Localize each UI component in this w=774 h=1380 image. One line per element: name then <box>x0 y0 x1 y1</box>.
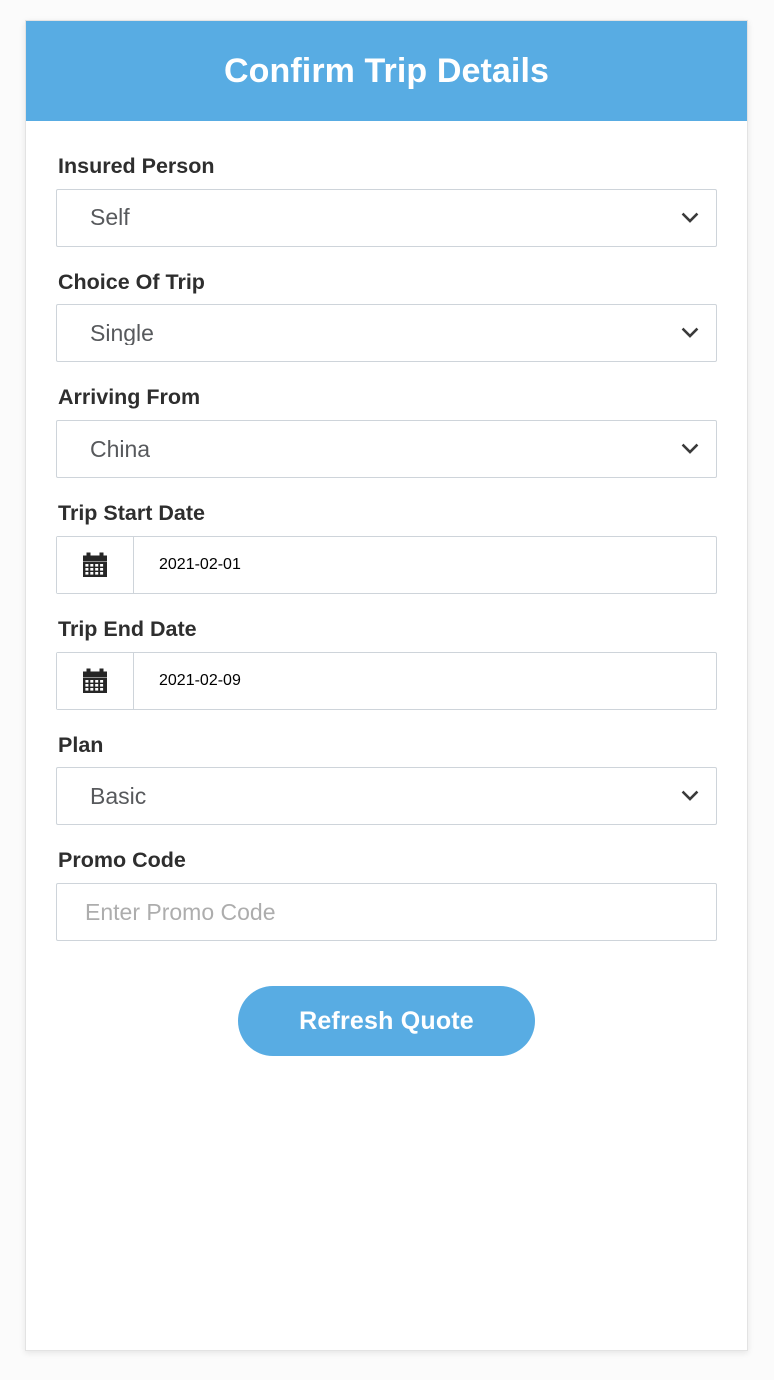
trip-end-date-input-group: 2021-02-09 <box>56 651 717 710</box>
card-header: Confirm Trip Details <box>26 21 747 121</box>
field-label-arriving-from: Arriving From <box>58 385 201 410</box>
page-root: Confirm Trip Details Insured Person Self… <box>0 0 774 1380</box>
field-arriving-from: Arriving From China <box>56 385 717 479</box>
page-title: Confirm Trip Details <box>223 52 550 90</box>
field-label-choice-of-trip: Choice Of Trip <box>58 269 205 294</box>
arriving-from-value: China <box>90 437 151 461</box>
insured-person-select[interactable]: Self <box>56 188 717 247</box>
field-label-plan: Plan <box>58 732 104 757</box>
field-insured-person: Insured Person Self <box>56 154 717 247</box>
insured-person-value: Self <box>90 206 130 230</box>
choice-of-trip-value: Single <box>90 321 154 345</box>
field-label-insured-person: Insured Person <box>58 154 215 178</box>
field-promo-code: Promo Code Enter Promo Code <box>56 848 717 942</box>
confirm-trip-details-card: Confirm Trip Details Insured Person Self… <box>25 20 748 1351</box>
chevron-down-icon[interactable] <box>680 323 700 343</box>
chevron-down-icon[interactable] <box>680 786 700 806</box>
promo-code-input[interactable]: Enter Promo Code <box>57 900 275 924</box>
calendar-icon <box>82 668 108 694</box>
trip-details-form: Insured Person Self Choice Of Trip Singl… <box>26 121 747 1057</box>
trip-end-date-calendar-button[interactable] <box>57 652 134 709</box>
trip-start-date-input-group: 2021-02-01 <box>56 535 717 594</box>
calendar-icon <box>82 552 108 578</box>
plan-value: Basic <box>90 784 147 808</box>
field-trip-end-date: Trip End Date 2021-02-09 <box>56 617 717 710</box>
field-trip-start-date: Trip Start Date 2021-02-01 <box>56 501 717 594</box>
field-label-trip-end-date: Trip End Date <box>58 616 197 641</box>
trip-end-date-value: 2021-02-09 <box>159 671 241 689</box>
chevron-down-icon[interactable] <box>680 208 700 228</box>
trip-end-date-input[interactable]: 2021-02-09 <box>134 653 716 709</box>
trip-start-date-calendar-button[interactable] <box>57 536 134 593</box>
choice-of-trip-select[interactable]: Single <box>56 304 717 363</box>
refresh-quote-button[interactable]: Refresh Quote <box>238 986 535 1057</box>
trip-start-date-value: 2021-02-01 <box>159 555 241 573</box>
field-label-trip-start-date: Trip Start Date <box>58 501 205 526</box>
promo-code-field-wrapper[interactable]: Enter Promo Code <box>56 883 717 942</box>
form-actions: Refresh Quote <box>56 986 717 1057</box>
field-plan: Plan Basic <box>56 733 717 826</box>
chevron-down-icon[interactable] <box>680 439 700 459</box>
field-choice-of-trip: Choice Of Trip Single <box>56 270 717 363</box>
plan-select[interactable]: Basic <box>56 767 717 826</box>
field-label-promo-code: Promo Code <box>58 848 186 873</box>
trip-start-date-input[interactable]: 2021-02-01 <box>134 537 716 593</box>
arriving-from-select[interactable]: China <box>56 420 717 479</box>
